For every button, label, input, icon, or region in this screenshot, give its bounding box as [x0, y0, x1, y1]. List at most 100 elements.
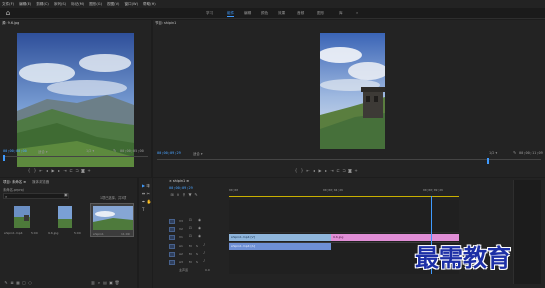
track-eye-icon[interactable]: ◉	[198, 226, 201, 230]
workspace-tab[interactable]: 组件	[227, 10, 235, 17]
microphone-icon[interactable]: ♪	[203, 259, 205, 263]
track-target-toggle[interactable]	[169, 244, 175, 249]
ripple-edit-icon[interactable]: ⇹	[142, 190, 145, 198]
project-footer-right: ▥ ⌕ ▤ ▣ 🗑	[90, 280, 120, 285]
project-item-card[interactable]: 9.6.jpg 5:00	[46, 203, 84, 237]
workspace-tab[interactable]: 学习	[206, 10, 213, 17]
source-playhead[interactable]	[3, 155, 5, 161]
track-target-toggle[interactable]	[169, 252, 175, 257]
timeline-timecode[interactable]: 00;00;09;29	[169, 186, 193, 190]
watermark: 最需教育	[415, 243, 511, 272]
workspace-tab[interactable]: 库	[339, 10, 343, 17]
program-duration: 00;00;11;09	[519, 151, 543, 155]
hand-tool-icon[interactable]: ✋	[147, 198, 152, 206]
project-item-card[interactable]: shipin1.mp4 5:00	[3, 203, 41, 237]
master-volume-value[interactable]: 0.0	[205, 268, 210, 272]
track-target-toggle[interactable]	[169, 235, 175, 240]
program-add-icon[interactable]: +	[353, 168, 359, 173]
track-target-toggle[interactable]	[169, 219, 175, 224]
project-item-name: 9.6.jpg	[48, 231, 59, 235]
project-item-duration: 5:00	[31, 231, 38, 235]
track-select-icon[interactable]: ⇶	[146, 182, 149, 190]
type-tool-icon[interactable]: T	[142, 206, 144, 214]
home-icon[interactable]: ⌂	[4, 9, 12, 17]
pen-tool-icon[interactable]: ✒	[142, 198, 145, 206]
menu-item[interactable]: 帮助(H)	[143, 2, 156, 7]
track-label: A3	[179, 260, 183, 264]
timeline-panel: × shipin1 ≡ 00;00;09;29 ⊞ ∩ ⚲ ▼ ✎ 00;00 00;0…	[153, 178, 545, 288]
timeline-toolbar: ⊞ ∩ ⚲ ▼ ✎	[169, 192, 199, 197]
work-area-bar[interactable]	[229, 196, 459, 197]
timeline-ruler[interactable]: 00;00 00;00;04;29 00;00;09;29	[229, 188, 459, 198]
track-a2-header: A2 M S ♪	[169, 251, 227, 258]
selection-tool-icon[interactable]: ▶	[142, 182, 145, 190]
menu-item[interactable]: 视图(V)	[107, 2, 119, 7]
timeline-settings-icon[interactable]: ✎	[193, 192, 199, 197]
razor-tool-icon[interactable]: ✂	[147, 190, 150, 198]
zoom-slider-icon[interactable]: ○	[27, 280, 33, 285]
menu-item[interactable]: 剪辑(C)	[36, 2, 49, 7]
program-scrub-bar[interactable]	[157, 158, 541, 164]
image-thumbnail	[58, 206, 72, 228]
track-solo-button[interactable]: S	[196, 260, 198, 264]
source-ratio-select[interactable]: 1/2 ▾	[86, 149, 94, 153]
project-footer: ✎ ≣ ▦ ▢ ○	[3, 280, 33, 285]
program-timecode[interactable]: 00;00;09;29	[157, 151, 181, 155]
track-v1-header: V1 ⊡ ◉	[169, 234, 227, 241]
program-settings-wrench-icon[interactable]: ✎	[513, 150, 516, 155]
track-lock-icon[interactable]: ⊡	[189, 226, 192, 230]
trash-icon[interactable]: 🗑	[114, 280, 120, 285]
source-timecode[interactable]: 00;00;00;00	[3, 149, 27, 153]
workspace-tab[interactable]: 颜色	[261, 10, 268, 17]
master-track-header: 主声道 0.0	[169, 267, 227, 274]
project-item-name: shipin1	[93, 232, 104, 236]
workspace-tab[interactable]: 编辑	[244, 10, 251, 17]
source-fit-select[interactable]: 适合 ▾	[38, 149, 48, 154]
source-image	[17, 33, 134, 167]
video-thumbnail	[14, 206, 30, 228]
track-lock-icon[interactable]: ⊡	[189, 218, 192, 222]
source-scrub-bar[interactable]	[3, 155, 148, 161]
tab-project[interactable]: 项目: 未命名 ≡	[3, 180, 26, 184]
track-mute-button[interactable]: M	[189, 252, 192, 256]
workspace-tab[interactable]: 效果	[278, 10, 285, 17]
menu-item[interactable]: 序列(S)	[54, 2, 66, 7]
workspace-tab[interactable]: 图形	[317, 10, 324, 17]
track-eye-icon[interactable]: ◉	[198, 218, 201, 222]
sequence-thumbnail	[93, 206, 133, 230]
track-label: V3	[179, 219, 183, 223]
track-label: V1	[179, 235, 183, 239]
menu-item[interactable]: 编辑(E)	[19, 2, 31, 7]
track-target-toggle[interactable]	[169, 227, 175, 232]
clip-audio[interactable]: shipin1.mp4 [A]	[229, 243, 331, 250]
program-playhead[interactable]	[487, 158, 489, 164]
menu-item[interactable]: 标记(M)	[71, 2, 84, 7]
menu-item[interactable]: 窗口(W)	[124, 2, 138, 7]
program-ratio-select[interactable]: 1/2 ▾	[489, 151, 497, 155]
tools-panel: ▶ ⇶ ⇹ ✂ ✒ ✋ T	[139, 178, 152, 288]
track-mute-button[interactable]: M	[189, 244, 192, 248]
new-bin-icon[interactable]: ▣	[64, 192, 68, 197]
tab-media-browser[interactable]: 媒体浏览器	[32, 180, 49, 184]
track-eye-icon[interactable]: ◉	[198, 234, 201, 238]
program-image	[320, 33, 385, 149]
track-target-toggle[interactable]	[169, 260, 175, 265]
workspace-tab[interactable]: 音频	[297, 10, 304, 17]
track-label: V2	[179, 227, 183, 231]
clip-video[interactable]: shipin1.mp4 [V]	[229, 234, 331, 241]
project-item-card[interactable]: shipin1 11:09	[90, 203, 134, 237]
workspace-tab[interactable]: »	[356, 10, 358, 17]
menu-item[interactable]: 文件(F)	[2, 2, 14, 7]
track-solo-button[interactable]: S	[196, 252, 198, 256]
menu-item[interactable]: 图形(G)	[89, 2, 102, 7]
add-icon[interactable]: +	[86, 168, 92, 173]
program-fit-select[interactable]: 适合 ▾	[193, 151, 203, 156]
settings-wrench-icon[interactable]: ✎	[113, 148, 116, 153]
microphone-icon[interactable]: ♪	[203, 243, 205, 247]
ruler-label: 00;00;04;29	[323, 188, 343, 192]
track-lock-icon[interactable]: ⊡	[189, 234, 192, 238]
project-search[interactable]: ⌕	[3, 193, 69, 199]
track-mute-button[interactable]: M	[189, 260, 192, 264]
track-solo-button[interactable]: S	[196, 244, 198, 248]
microphone-icon[interactable]: ♪	[203, 251, 205, 255]
